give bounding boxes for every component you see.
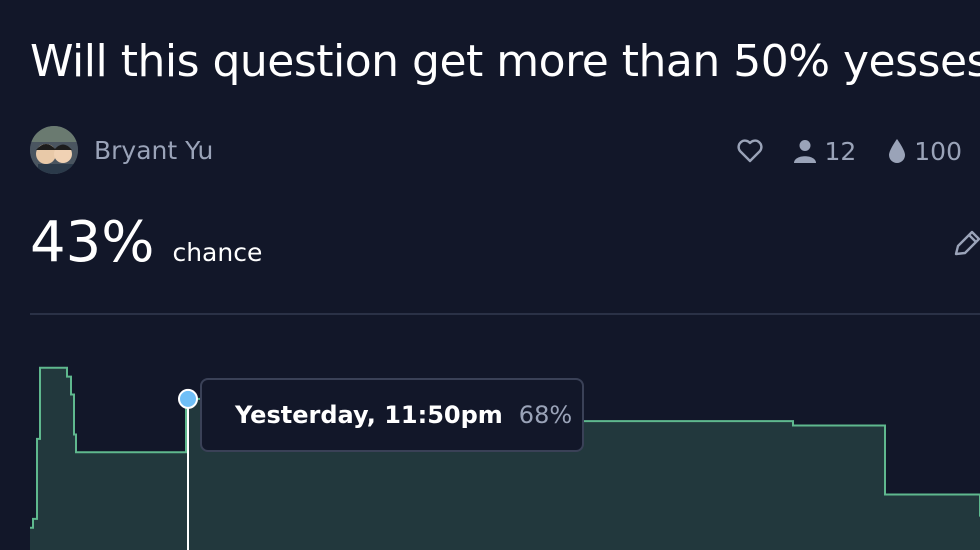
chart-tooltip: Yesterday, 11:50pm 68% bbox=[200, 378, 584, 452]
market-title: Will this question get more than 50% yes… bbox=[30, 36, 980, 87]
hover-marker bbox=[178, 388, 198, 409]
liquidity-count[interactable]: 100 bbox=[886, 137, 962, 166]
tooltip-date: Yesterday, 11:50pm bbox=[235, 401, 503, 429]
market-stats: 12 100 bbox=[736, 134, 962, 168]
tooltip-probability: 68% bbox=[518, 401, 573, 429]
probability-display: 43% chance bbox=[30, 210, 262, 275]
creator-name[interactable]: Bryant Yu bbox=[94, 136, 213, 165]
creator-avatar[interactable] bbox=[30, 126, 78, 174]
traders-count[interactable]: 12 bbox=[792, 137, 856, 166]
section-divider bbox=[30, 313, 980, 315]
probability-value: 43% bbox=[30, 210, 155, 275]
traders-value: 12 bbox=[824, 136, 857, 166]
like-button[interactable] bbox=[736, 138, 764, 164]
creator-info[interactable]: Bryant Yu bbox=[30, 126, 213, 174]
avatar-image bbox=[30, 126, 78, 174]
droplet-icon bbox=[889, 139, 906, 163]
heart-icon bbox=[737, 139, 764, 163]
pencil-icon[interactable] bbox=[952, 228, 980, 260]
user-icon bbox=[794, 140, 817, 163]
liquidity-value: 100 bbox=[914, 136, 962, 166]
probability-label: chance bbox=[172, 238, 263, 267]
